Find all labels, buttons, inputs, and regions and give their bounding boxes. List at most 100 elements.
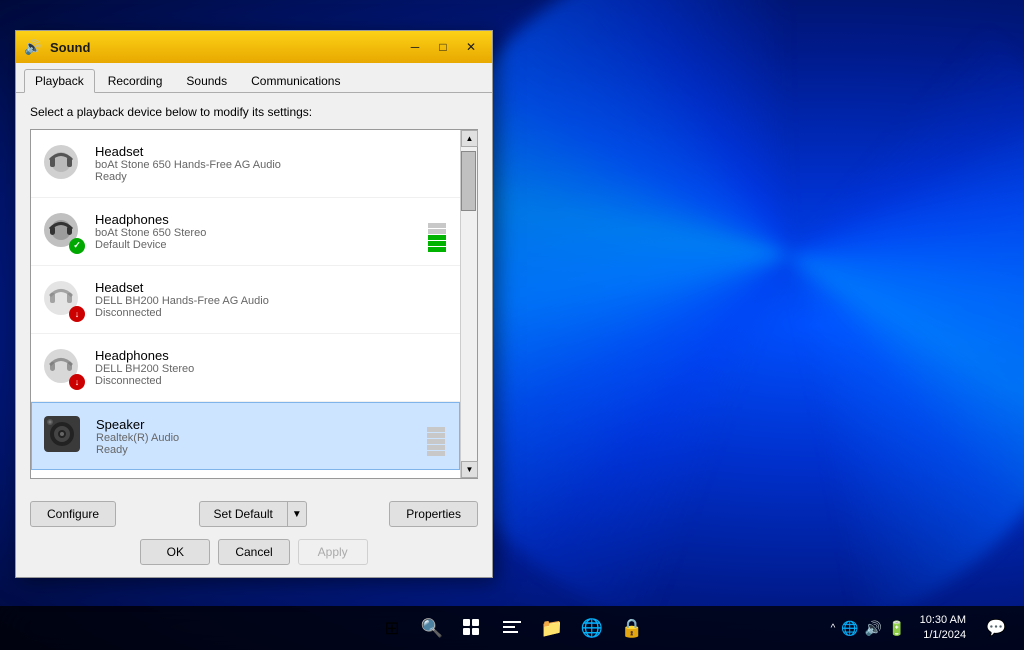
taskbar-widgets-button[interactable] (494, 610, 530, 646)
network-icon: 🌐 (841, 620, 858, 637)
device-icon-wrap-2: ✓ (41, 210, 85, 254)
scroll-thumb[interactable] (461, 151, 476, 211)
set-default-dropdown-button[interactable]: ▼ (288, 501, 307, 527)
tab-sounds[interactable]: Sounds (175, 69, 238, 93)
taskbar-file-explorer-button[interactable]: 📁 (534, 610, 570, 646)
set-default-button[interactable]: Set Default (199, 501, 288, 527)
dialog-description: Select a playback device below to modify… (30, 105, 478, 119)
taskbar-store-button[interactable]: 🔒 (614, 610, 650, 646)
device-info-3: Headset DELL BH200 Hands-Free AG Audio D… (95, 280, 450, 319)
scroll-thumb-area[interactable] (461, 147, 477, 461)
tab-recording[interactable]: Recording (97, 69, 174, 93)
vol-bar-2 (428, 229, 446, 234)
device-item-headphones-boat[interactable]: ✓ Headphones boAt Stone 650 Stereo Defau… (31, 198, 460, 266)
device-list-container: Headset boAt Stone 650 Hands-Free AG Aud… (30, 129, 478, 479)
device-sub-4: DELL BH200 Stereo (95, 363, 450, 375)
device-item-headphone-realtek[interactable]: ↓ Headphone Realtek(R) Audio Not plugged… (31, 470, 460, 478)
device-status-3: Disconnected (95, 307, 450, 319)
disconnected-badge-4: ↓ (69, 374, 85, 390)
tabs-container: Playback Recording Sounds Communications (16, 63, 492, 93)
dialog-title: Sound (50, 40, 394, 55)
notification-button[interactable]: 💬 (980, 618, 1012, 638)
device-item-speaker-realtek[interactable]: Speaker Realtek(R) Audio Ready (31, 402, 460, 470)
dialog-icon: 🔊 (24, 38, 42, 56)
scrollbar[interactable]: ▲ ▼ (460, 130, 477, 478)
vol-bar-s4 (427, 445, 445, 450)
system-clock[interactable]: 10:30 AM 1/1/2024 (912, 613, 974, 644)
system-tray: ^ 🌐 🔊 🔋 (831, 620, 906, 637)
vol-bar-s3 (427, 439, 445, 444)
ok-button[interactable]: OK (140, 539, 210, 565)
title-bar-controls: ─ □ ✕ (402, 37, 484, 57)
tray-arrow[interactable]: ^ (831, 623, 836, 634)
vol-bar-s1 (427, 427, 445, 432)
default-badge-2: ✓ (69, 238, 85, 254)
dialog-content: Select a playback device below to modify… (16, 93, 492, 491)
taskbar-search-button[interactable]: 🔍 (414, 610, 450, 646)
ok-cancel-row: OK Cancel Apply (16, 535, 492, 577)
close-button[interactable]: ✕ (458, 37, 484, 57)
device-sub-2: boAt Stone 650 Stereo (95, 227, 418, 239)
speaker-icon-5 (42, 414, 82, 454)
taskbar-center: ⊞ 🔍 📁 🌐 🔒 (374, 610, 650, 646)
vol-bar-5 (428, 247, 446, 252)
device-list: Headset boAt Stone 650 Hands-Free AG Aud… (31, 130, 460, 478)
device-name-4: Headphones (95, 348, 450, 363)
volume-icon[interactable]: 🔊 (865, 620, 882, 637)
scroll-up-button[interactable]: ▲ (461, 130, 478, 147)
clock-time: 10:30 AM (920, 613, 966, 628)
taskbar: ⊞ 🔍 📁 🌐 🔒 ^ 🌐 🔊 🔋 (0, 606, 1024, 650)
title-bar: 🔊 Sound ─ □ ✕ (16, 31, 492, 63)
device-name-2: Headphones (95, 212, 418, 227)
minimize-button[interactable]: ─ (402, 37, 428, 57)
properties-button[interactable]: Properties (389, 501, 478, 527)
sound-dialog: 🔊 Sound ─ □ ✕ Playback Recording Sounds … (15, 30, 493, 578)
device-info-2: Headphones boAt Stone 650 Stereo Default… (95, 212, 418, 251)
vol-bar-4 (428, 241, 446, 246)
cancel-button[interactable]: Cancel (218, 539, 289, 565)
tab-playback[interactable]: Playback (24, 69, 95, 93)
taskbar-right: ^ 🌐 🔊 🔋 10:30 AM 1/1/2024 💬 (831, 613, 1012, 644)
device-name-3: Headset (95, 280, 450, 295)
battery-icon: 🔋 (888, 620, 905, 637)
device-info-1: Headset boAt Stone 650 Hands-Free AG Aud… (95, 144, 450, 183)
device-item-headset-dell[interactable]: ↓ Headset DELL BH200 Hands-Free AG Audio… (31, 266, 460, 334)
device-item-headset-boat[interactable]: Headset boAt Stone 650 Hands-Free AG Aud… (31, 130, 460, 198)
bg-swirl (404, 0, 1024, 640)
buttons-row-1: Configure Set Default ▼ Properties (16, 491, 492, 535)
device-status-2: Default Device (95, 239, 418, 251)
taskbar-edge-button[interactable]: 🌐 (574, 610, 610, 646)
scroll-down-button[interactable]: ▼ (461, 461, 478, 478)
device-icon-wrap-1 (41, 142, 85, 186)
vol-bar-1 (428, 223, 446, 228)
taskbar-start-button[interactable]: ⊞ (374, 610, 410, 646)
device-icon-wrap-4: ↓ (41, 346, 85, 390)
device-sub-3: DELL BH200 Hands-Free AG Audio (95, 295, 450, 307)
device-status-1: Ready (95, 171, 450, 183)
device-name-5: Speaker (96, 417, 417, 432)
device-sub-5: Realtek(R) Audio (96, 432, 417, 444)
device-status-5: Ready (96, 444, 417, 456)
volume-indicator-5 (427, 416, 445, 456)
volume-indicator-2 (428, 212, 446, 252)
clock-date: 1/1/2024 (920, 628, 966, 643)
vol-bar-s5 (427, 451, 445, 456)
device-item-headphones-dell[interactable]: ↓ Headphones DELL BH200 Stereo Disconnec… (31, 334, 460, 402)
device-info-5: Speaker Realtek(R) Audio Ready (96, 417, 417, 456)
vol-bar-s2 (427, 433, 445, 438)
set-default-group: Set Default ▼ (199, 501, 307, 527)
headset-icon-1 (41, 142, 81, 182)
device-info-4: Headphones DELL BH200 Stereo Disconnecte… (95, 348, 450, 387)
apply-button[interactable]: Apply (298, 539, 368, 565)
device-status-4: Disconnected (95, 375, 450, 387)
taskbar-taskview-button[interactable] (454, 610, 490, 646)
maximize-button[interactable]: □ (430, 37, 456, 57)
device-icon-wrap-3: ↓ (41, 278, 85, 322)
vol-bar-3 (428, 235, 446, 240)
device-sub-1: boAt Stone 650 Hands-Free AG Audio (95, 159, 450, 171)
device-icon-wrap-5 (42, 414, 86, 458)
configure-button[interactable]: Configure (30, 501, 116, 527)
tab-communications[interactable]: Communications (240, 69, 351, 93)
device-name-1: Headset (95, 144, 450, 159)
disconnected-badge-3: ↓ (69, 306, 85, 322)
